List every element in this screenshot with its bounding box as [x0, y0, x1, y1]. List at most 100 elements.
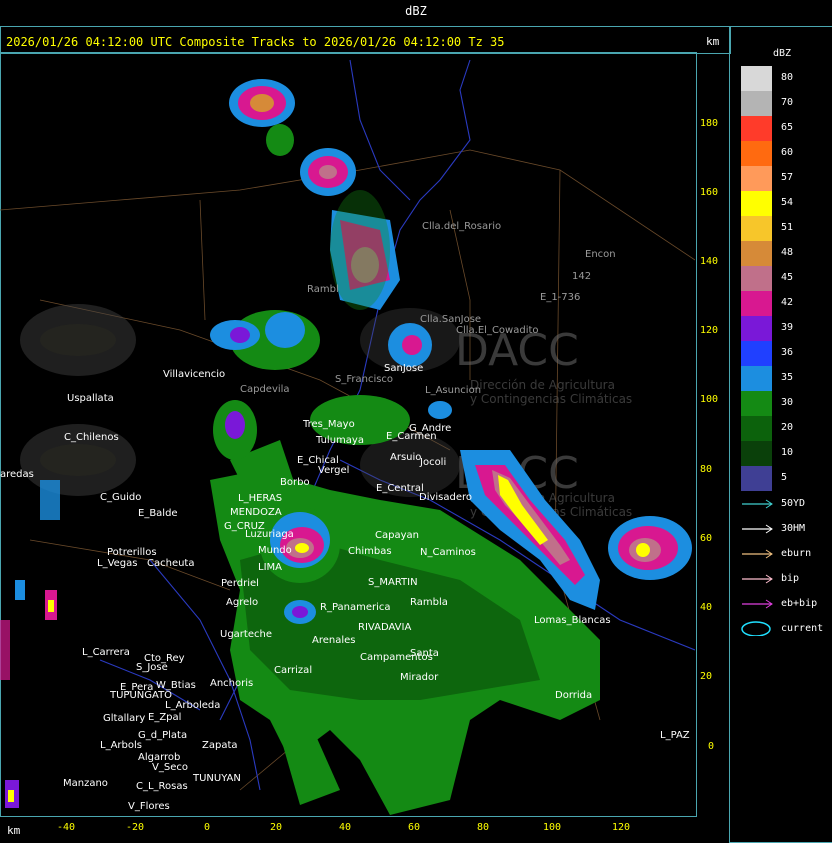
place-label: L_Vegas	[97, 558, 137, 569]
y-tick: 80	[700, 464, 713, 475]
y-tick: 20	[700, 671, 713, 682]
place-label: Manzano	[63, 778, 108, 789]
track-label: current	[781, 623, 824, 634]
legend-label: 70	[781, 97, 794, 108]
y-tick: 60	[700, 533, 713, 544]
legend-label: 54	[781, 197, 794, 208]
arrow-icon-eb-bip	[742, 599, 773, 609]
legend-label: 39	[781, 322, 794, 333]
place-label: Zapata	[202, 740, 238, 751]
y-tick: 0	[708, 741, 715, 752]
legend-swatch	[741, 341, 772, 366]
y-tick: 160	[700, 187, 719, 198]
place-label: Tres_Mayo	[302, 419, 355, 430]
track-label: 50YD	[781, 498, 806, 509]
place-label: Uspallata	[67, 393, 114, 404]
place-label: Cacheuta	[147, 558, 195, 569]
x-tick: 80	[477, 822, 490, 833]
place-label: Arsuio	[390, 452, 421, 463]
legend-swatch	[741, 416, 772, 441]
legend-swatch	[741, 266, 772, 291]
place-label: Agrelo	[226, 597, 258, 608]
y-tick: 100	[700, 394, 719, 405]
legend-swatch	[741, 291, 772, 316]
legend-label: 57	[781, 172, 794, 183]
place-label: Dorrida	[555, 690, 592, 701]
y-tick: 120	[700, 325, 719, 336]
place-label: SanJose	[384, 363, 423, 374]
place-label: L_Asuncion	[425, 385, 481, 396]
legend-swatch	[741, 116, 772, 141]
place-label: Encon	[585, 249, 616, 260]
arrow-icon-30hm	[742, 524, 773, 534]
legend-swatch	[741, 316, 772, 341]
arrow-icon-50yd	[742, 499, 773, 509]
place-label: G_Andre	[409, 423, 451, 434]
place-label: Jocoli	[419, 457, 446, 468]
place-label: S_Francisco	[335, 374, 393, 385]
x-tick: 0	[204, 822, 211, 833]
place-label: TUPUNGATO	[109, 690, 172, 701]
place-label: Vergel	[318, 465, 349, 476]
place-label: L_Arbols	[100, 740, 142, 751]
radar-map[interactable]: DACC Dirección de Agricultura y Continge…	[0, 52, 695, 815]
arrow-icon-eburn	[742, 549, 773, 559]
legend-swatch	[741, 441, 772, 466]
x-tick: 40	[339, 822, 352, 833]
timestamp-header: 2026/01/26 04:12:00 UTC Composite Tracks…	[6, 35, 505, 49]
place-label: LIMA	[258, 562, 282, 573]
place-label: Tulumaya	[315, 435, 364, 446]
place-label: S_Jose	[136, 662, 168, 673]
place-label: Divisadero	[419, 492, 472, 503]
legend-swatch	[741, 391, 772, 416]
place-label: Capayan	[375, 530, 419, 541]
place-label: L_HERAS	[238, 493, 282, 504]
legend-label: 35	[781, 372, 794, 383]
y-tick: 40	[700, 602, 713, 613]
place-label: Chimbas	[348, 546, 392, 557]
x-axis-unit: km	[7, 824, 21, 837]
place-label: Lomas_Blancas	[534, 615, 611, 626]
track-arrows	[741, 499, 773, 636]
legend-swatch	[741, 166, 772, 191]
y-tick: 140	[700, 256, 719, 267]
legend-swatch	[741, 66, 772, 91]
place-label: Luzuriaga	[245, 529, 294, 540]
legend-label: 45	[781, 272, 794, 283]
place-label: L_Carrera	[82, 647, 130, 658]
legend-swatch	[741, 216, 772, 241]
place-label: E_Balde	[138, 508, 178, 519]
place-label: C_L_Rosas	[136, 781, 188, 792]
watermark-line2-top: y Contingencias Climáticas	[470, 392, 632, 406]
legend-label: 42	[781, 297, 794, 308]
place-label: N_Caminos	[420, 547, 476, 558]
legend-label: 5	[781, 472, 788, 483]
legend-label: 65	[781, 122, 794, 133]
place-label: aredas	[0, 469, 34, 480]
legend-label: 20	[781, 422, 794, 433]
legend-swatch	[741, 241, 772, 266]
legend-label: 36	[781, 347, 794, 358]
place-label: E_1-736	[540, 292, 580, 303]
x-tick: 100	[543, 822, 562, 833]
legend-title: dBZ	[773, 48, 792, 59]
place-label: S_MARTIN	[368, 577, 418, 588]
place-label: C_Guido	[100, 492, 141, 503]
legend-swatch	[741, 141, 772, 166]
x-tick: 120	[612, 822, 631, 833]
window-title: dBZ	[405, 4, 427, 18]
legend-swatch	[741, 191, 772, 216]
track-label: eb+bip	[781, 598, 818, 609]
place-label: TUNUYAN	[192, 773, 241, 784]
place-label: Perdriel	[221, 578, 259, 589]
place-label: RIVADAVIA	[358, 622, 411, 633]
place-label: L_PAZ	[660, 730, 690, 741]
place-label: Arenales	[312, 635, 356, 646]
place-label: Mundo	[258, 545, 292, 556]
place-label: E_Zpal	[148, 712, 181, 723]
legend-label: 10	[781, 447, 794, 458]
place-label: Rambla	[410, 597, 448, 608]
legend-swatch	[741, 91, 772, 116]
place-label: Clla.El_Cowadito	[456, 325, 539, 336]
place-label: Gltallary	[103, 713, 145, 724]
